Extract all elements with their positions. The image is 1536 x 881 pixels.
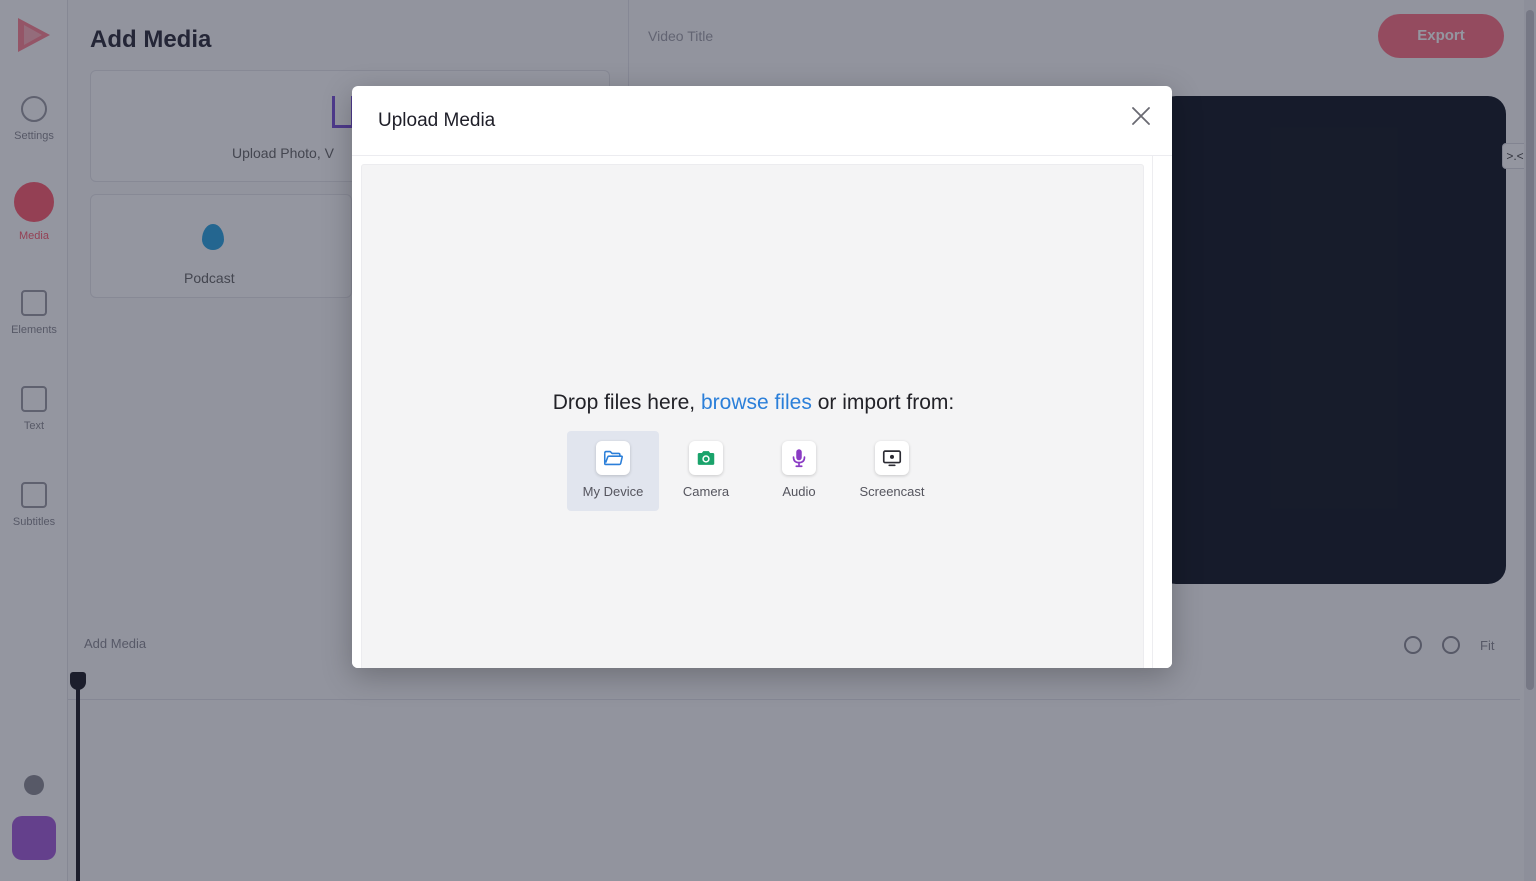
modal-body: Drop files here, browse files or import …: [352, 156, 1172, 668]
modal-title: Upload Media: [378, 110, 496, 131]
microphone-icon-wrap: [782, 441, 816, 475]
drop-instructions: Drop files here, browse files or import …: [362, 391, 1145, 415]
folder-icon: [603, 450, 623, 466]
source-camera[interactable]: Camera: [660, 431, 752, 511]
camera-icon-wrap: [689, 441, 723, 475]
camera-icon: [697, 451, 715, 465]
source-label: Camera: [682, 484, 730, 499]
folder-icon-wrap: [596, 441, 630, 475]
browse-files-link[interactable]: browse files: [701, 391, 812, 414]
import-sources: My Device Camera Audio Screencast: [567, 431, 939, 513]
close-icon: [1132, 107, 1150, 125]
source-my-device[interactable]: My Device: [567, 431, 659, 511]
file-drop-zone[interactable]: Drop files here, browse files or import …: [361, 164, 1144, 668]
drop-text-after: or import from:: [817, 391, 955, 414]
modal-header: Upload Media: [352, 86, 1172, 156]
drop-text-before: Drop files here,: [552, 391, 696, 414]
source-audio[interactable]: Audio: [753, 431, 845, 511]
screencast-icon-wrap: [875, 441, 909, 475]
source-label: Screencast: [859, 484, 925, 499]
screencast-icon: [882, 450, 902, 467]
upload-media-modal: Upload Media Drop files here, browse fil…: [352, 86, 1172, 668]
source-screencast[interactable]: Screencast: [846, 431, 938, 511]
source-label: Audio: [782, 484, 816, 499]
microphone-icon: [792, 449, 806, 468]
source-label: My Device: [582, 484, 644, 499]
modal-scrollbar[interactable]: [1152, 156, 1172, 668]
close-modal-button[interactable]: [1130, 105, 1152, 127]
